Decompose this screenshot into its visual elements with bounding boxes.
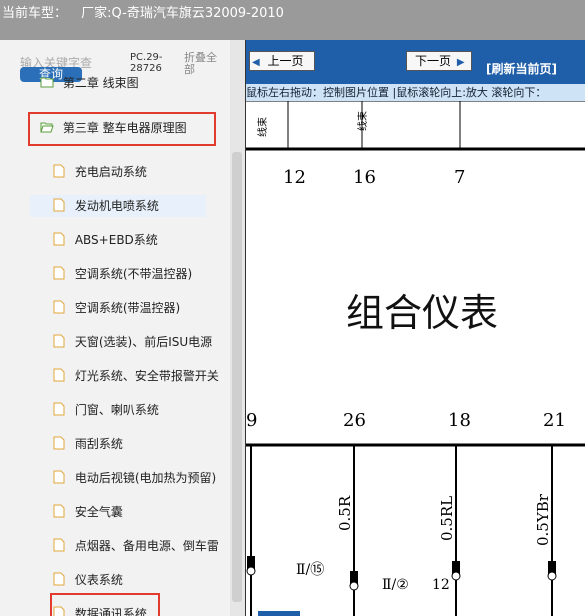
wiring-diagram[interactable]: 线束 线束 12 16 7 组合仪表 9 26 18 21 0.5R 0.5RL… bbox=[246, 101, 585, 616]
collapse-all-button[interactable]: 折叠全部 bbox=[184, 52, 224, 76]
document-icon bbox=[53, 436, 65, 450]
document-icon bbox=[53, 572, 65, 586]
tree-item-prev-chapter[interactable]: 第二章 线束图 bbox=[40, 72, 139, 94]
tree-item[interactable]: 安全气囊 bbox=[52, 501, 123, 523]
tree-item[interactable]: ABS+EBD系统 bbox=[52, 229, 158, 251]
tree-item-label: 发动机电喷系统 bbox=[74, 199, 159, 213]
tree-item[interactable]: 天窗(选装)、前后ISU电源 bbox=[52, 331, 212, 353]
component-label: 组合仪表 bbox=[346, 291, 498, 335]
document-icon bbox=[53, 300, 65, 314]
wire-code-3: 0.5YBr bbox=[534, 493, 552, 546]
svg-text:线束: 线束 bbox=[256, 117, 269, 137]
pin-top-3: 7 bbox=[454, 167, 465, 188]
arrow-right-icon: ▶ bbox=[456, 57, 465, 68]
tree-item[interactable]: 空调系统(带温控器) bbox=[52, 297, 180, 319]
diagram-viewer: ◀ 上一页 下一页 ▶ [刷新当前页] 鼠标左右拖动：控制图片位置 |鼠标滚轮向… bbox=[246, 40, 585, 616]
connector-label-1: Ⅱ/⑮ bbox=[296, 562, 324, 578]
pin-top-1: 12 bbox=[283, 167, 306, 188]
tree-item-label: 第二章 线束图 bbox=[62, 76, 139, 90]
document-icon bbox=[53, 266, 65, 280]
document-icon bbox=[53, 334, 65, 348]
document-icon bbox=[53, 164, 65, 178]
tree-item-label: 点烟器、备用电源、倒车雷 bbox=[74, 539, 219, 553]
tree-item-label: 雨刮系统 bbox=[74, 437, 123, 451]
next-page-button[interactable]: 下一页 ▶ bbox=[406, 51, 472, 71]
document-icon bbox=[53, 470, 65, 484]
highlight-box-chapter3 bbox=[28, 112, 216, 146]
tree-item[interactable]: 电动后视镜(电加热为预留) bbox=[52, 467, 216, 489]
tree-item-label: 充电启动系统 bbox=[74, 165, 147, 179]
document-icon bbox=[53, 368, 65, 382]
refresh-page-button[interactable]: [刷新当前页] bbox=[486, 60, 557, 77]
tree-item[interactable]: 发动机电喷系统 bbox=[30, 195, 206, 217]
tree-item[interactable]: 灯光系统、安全带报警开关 bbox=[52, 365, 219, 387]
svg-text:线束: 线束 bbox=[356, 111, 369, 131]
tree-item[interactable]: 点烟器、备用电源、倒车雷 bbox=[52, 535, 219, 557]
tree-item-label: 天窗(选装)、前后ISU电源 bbox=[74, 335, 213, 349]
pin-bottom-1: 9 bbox=[246, 410, 257, 431]
document-icon bbox=[53, 538, 65, 552]
tree-item[interactable]: 门窗、喇叭系统 bbox=[52, 399, 159, 421]
wire-code-1: 0.5R bbox=[336, 495, 354, 531]
left-panel: 输入关键字查 查询 PC.29- 28726 折叠全部 第二章 线束图 第三章 … bbox=[0, 40, 246, 616]
document-icon bbox=[53, 198, 65, 212]
tree-item-label: 电动后视镜(电加热为预留) bbox=[74, 471, 217, 485]
prev-page-label: 上一页 bbox=[267, 54, 304, 68]
pin-bottom-4: 21 bbox=[543, 410, 566, 431]
viewer-toolbar: ◀ 上一页 下一页 ▶ [刷新当前页] bbox=[246, 40, 585, 84]
folder-icon bbox=[40, 77, 54, 88]
tree-item-label: ABS+EBD系统 bbox=[74, 233, 158, 247]
tree-item-label: 安全气囊 bbox=[74, 505, 123, 519]
document-icon bbox=[53, 232, 65, 246]
connector-label-3: 12 bbox=[432, 577, 450, 593]
tree-item[interactable]: 充电启动系统 bbox=[52, 161, 147, 183]
pin-bottom-2: 26 bbox=[343, 410, 366, 431]
manufacturer-text: 厂家:Q-奇瑞汽车旗云32009-2010 bbox=[81, 6, 284, 21]
wire-code-2: 0.5RL bbox=[438, 496, 456, 541]
tree-item[interactable]: 雨刮系统 bbox=[52, 433, 123, 455]
pin-bottom-3: 18 bbox=[448, 410, 471, 431]
highlight-box-instrument bbox=[50, 593, 160, 616]
document-code: PC.29- 28726 bbox=[130, 52, 163, 74]
tree-item-label: 门窗、喇叭系统 bbox=[74, 403, 159, 417]
tree-item-label: 灯光系统、安全带报警开关 bbox=[74, 369, 219, 383]
prev-page-button[interactable]: ◀ 上一页 bbox=[249, 51, 315, 71]
tree-item-label: 空调系统(带温控器) bbox=[74, 301, 181, 315]
pin-top-2: 16 bbox=[353, 167, 376, 188]
tree-scrollbar-thumb[interactable] bbox=[232, 152, 242, 602]
tree-item-label: 空调系统(不带温控器) bbox=[74, 267, 193, 281]
next-page-label: 下一页 bbox=[415, 54, 452, 68]
arrow-left-icon: ◀ bbox=[252, 57, 260, 68]
usage-hint: 鼠标左右拖动：控制图片位置 |鼠标滚轮向上:放大 滚轮向下： bbox=[246, 84, 585, 101]
connector-label-2: Ⅱ/② bbox=[382, 577, 409, 593]
title-bar: 当前车型： 厂家:Q-奇瑞汽车旗云32009-2010 bbox=[0, 0, 585, 40]
tree-item-instrument[interactable]: 仪表系统 bbox=[52, 569, 123, 591]
tree-item[interactable]: 空调系统(不带温控器) bbox=[52, 263, 192, 285]
document-icon bbox=[53, 504, 65, 518]
current-model-label: 当前车型： bbox=[2, 6, 68, 21]
document-icon bbox=[53, 402, 65, 416]
tree-item-label: 仪表系统 bbox=[74, 573, 123, 587]
